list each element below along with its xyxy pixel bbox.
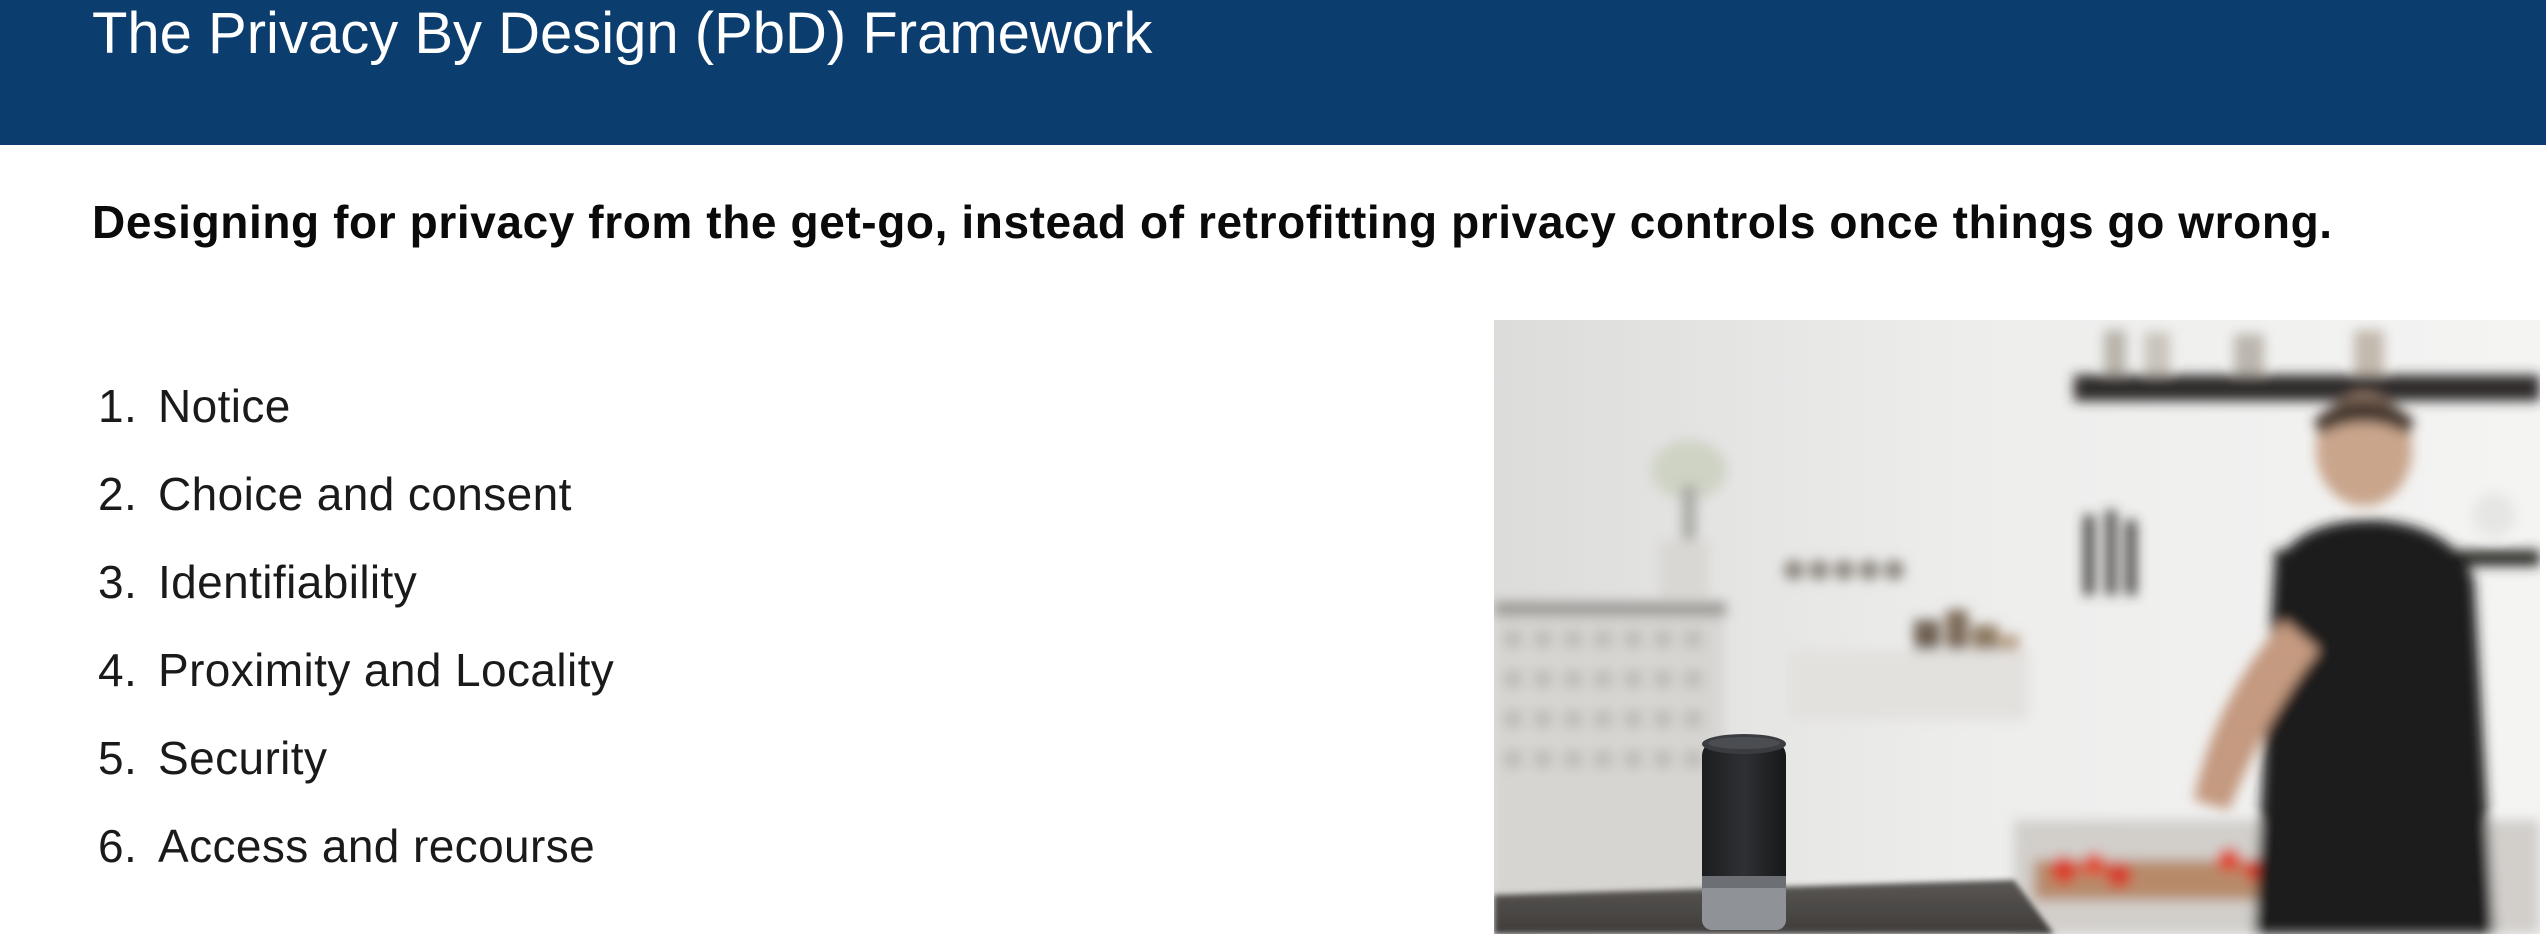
principle-number: 2. <box>98 468 138 520</box>
principle-number: 6. <box>98 820 138 872</box>
principle-item: 4. Proximity and Locality <box>98 626 1398 714</box>
principle-number: 5. <box>98 732 138 784</box>
principle-label: Choice and consent <box>158 468 572 520</box>
principle-label: Identifiability <box>158 556 418 608</box>
principle-item: 6. Access and recourse <box>98 802 1398 890</box>
principle-number: 4. <box>98 644 138 696</box>
principle-label: Proximity and Locality <box>158 644 615 696</box>
kitchen-smart-speaker-photo <box>1494 320 2540 934</box>
principle-number: 3. <box>98 556 138 608</box>
slide-title: The Privacy By Design (PbD) Framework <box>92 1 1153 66</box>
principle-item: 1. Notice <box>98 362 1398 450</box>
principle-label: Security <box>158 732 328 784</box>
principles-list: 1. Notice 2. Choice and consent 3. Ident… <box>98 362 1398 890</box>
principle-item: 2. Choice and consent <box>98 450 1398 538</box>
principle-item: 3. Identifiability <box>98 538 1398 626</box>
principle-label: Access and recourse <box>158 820 596 872</box>
title-bar: The Privacy By Design (PbD) Framework <box>0 0 2546 145</box>
principle-item: 5. Security <box>98 714 1398 802</box>
principle-label: Notice <box>158 380 291 432</box>
smart-speaker-icon <box>1702 734 1786 930</box>
principle-number: 1. <box>98 380 138 432</box>
slide-subtitle: Designing for privacy from the get-go, i… <box>92 196 2333 248</box>
